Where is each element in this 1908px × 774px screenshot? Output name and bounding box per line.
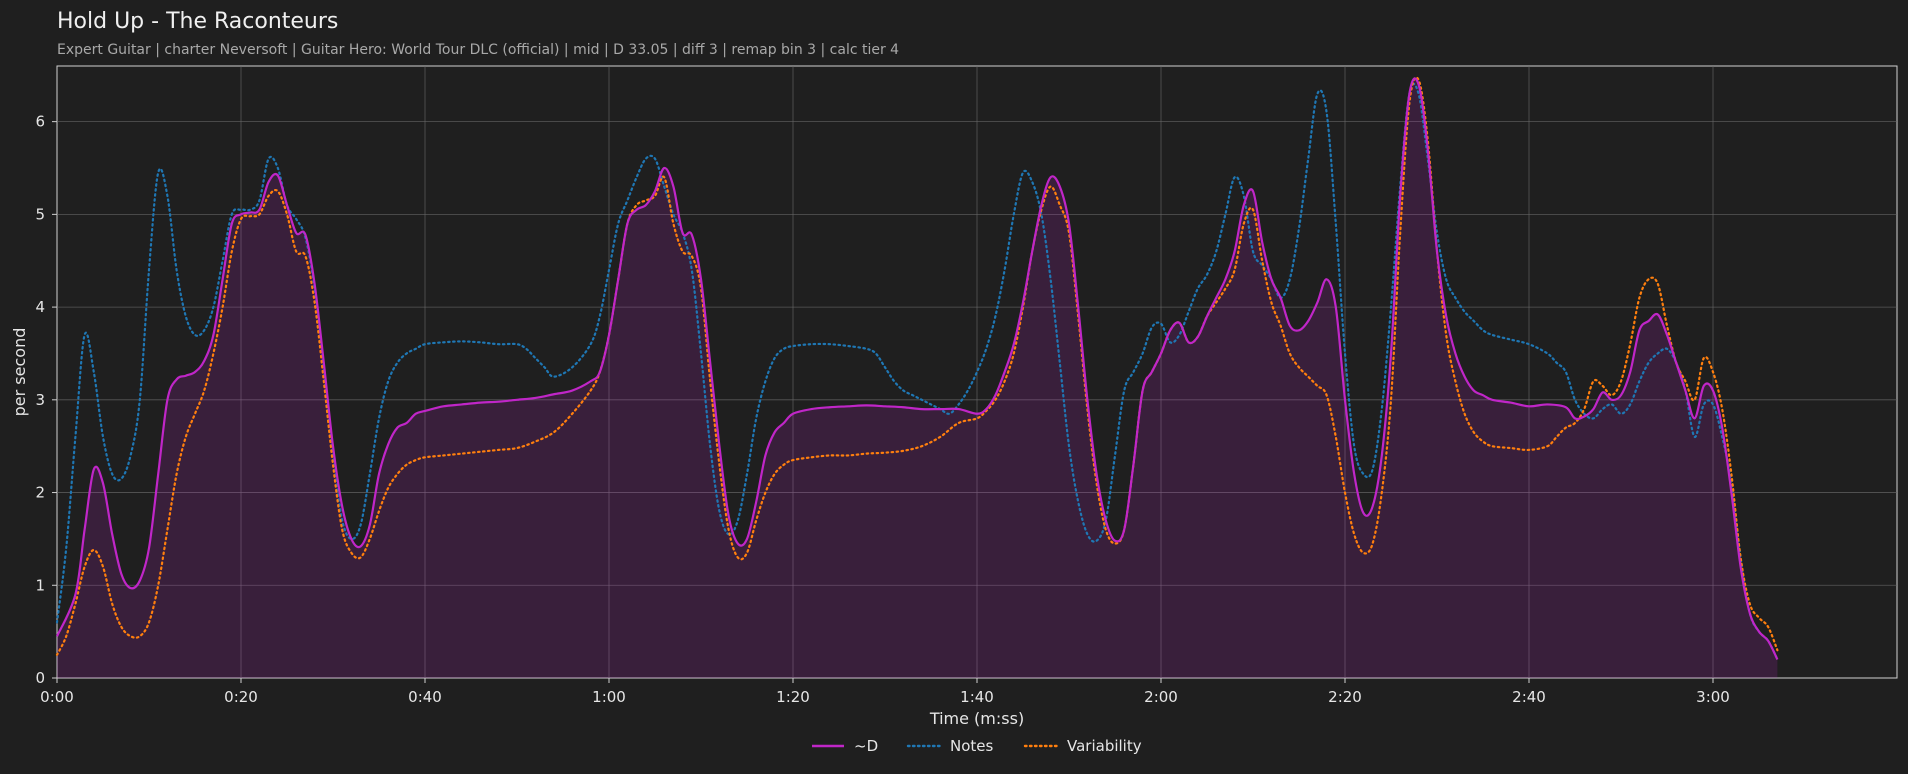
y-ticks: 0 1 2 3 4 5 6 [35, 113, 57, 687]
x-tick-label: 0:00 [40, 688, 74, 706]
x-tick-label: 0:20 [224, 688, 258, 706]
chart-subtitle: Expert Guitar | charter Neversoft | Guit… [57, 42, 899, 58]
x-tick-label: 0:40 [408, 688, 442, 706]
y-tick-label: 6 [35, 113, 45, 131]
legend-label: ~D [854, 737, 878, 755]
x-tick-label: 2:00 [1144, 688, 1178, 706]
legend: ~D Notes Variability [812, 737, 1142, 755]
x-ticks: 0:00 0:20 0:40 1:00 1:20 1:40 2:00 2:20 2:40 3:00 [40, 678, 1730, 706]
y-tick-label: 1 [35, 576, 45, 594]
legend-label: Variability [1067, 737, 1142, 755]
x-tick-label: 1:00 [592, 688, 626, 706]
x-tick-label: 2:20 [1328, 688, 1362, 706]
y-axis-label: per second [10, 328, 29, 417]
x-tick-label: 2:40 [1512, 688, 1546, 706]
y-tick-label: 0 [35, 669, 45, 687]
legend-item-d: ~D [812, 737, 878, 755]
chart: Hold Up - The Raconteurs Expert Guitar |… [10, 9, 1898, 755]
x-axis-label: Time (m:ss) [929, 709, 1024, 728]
x-tick-label: 1:40 [960, 688, 994, 706]
y-tick-label: 4 [35, 298, 45, 316]
legend-item-notes: Notes [906, 737, 994, 755]
y-tick-label: 5 [35, 205, 45, 223]
legend-item-variability: Variability [1023, 737, 1142, 755]
y-tick-label: 2 [35, 484, 45, 502]
chart-title: Hold Up - The Raconteurs [57, 9, 338, 34]
legend-label: Notes [950, 737, 994, 755]
x-tick-label: 3:00 [1696, 688, 1730, 706]
y-tick-label: 3 [35, 391, 45, 409]
x-tick-label: 1:20 [776, 688, 810, 706]
